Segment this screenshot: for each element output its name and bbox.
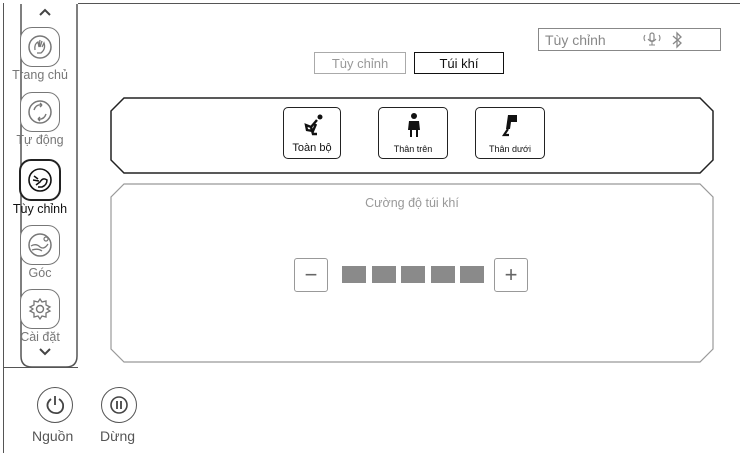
intensity-level-segment [430,266,455,283]
home-hand-icon [20,27,60,67]
frame-top-line [78,3,740,4]
sidebar-item-home[interactable]: Trang chủ [4,27,76,82]
sidebar-item-auto[interactable]: Tự động [4,92,76,147]
recline-angle-icon [20,225,60,265]
intensity-level-segment [342,266,366,283]
sidebar-item-custom[interactable]: Tùy chỉnh [4,159,76,216]
pause-button[interactable] [101,387,137,423]
chevron-down-icon[interactable] [38,347,52,357]
status-bar: Tùy chỉnh [538,28,721,51]
power-icon [46,396,65,415]
sidebar-item-settings[interactable]: Cài đặt [4,289,76,344]
sidebar-item-label: Tùy chỉnh [12,202,68,216]
auto-cycle-icon [20,92,60,132]
mode-lower-body-button[interactable]: Thân dưới [475,107,545,159]
mode-lower-body-label: Thân dưới [489,144,531,154]
intensity-title: Cường độ túi khí [365,196,459,210]
mode-upper-body-button[interactable]: Thân trên [378,107,448,159]
sidebar: Trang chủ Tự động Tùy chỉnh Góc Cài đặt [4,4,76,368]
power-label: Nguồn [32,428,74,444]
sidebar-item-label: Tự động [16,133,64,147]
sidebar-item-label: Góc [28,266,52,280]
power-button[interactable] [37,387,73,423]
mode-full-body-button[interactable]: Toàn bộ [283,107,341,159]
pause-label: Dừng [100,428,136,444]
decrease-button[interactable]: − [294,258,328,292]
intensity-level-segment [371,266,396,283]
microphone-icon [643,32,661,46]
settings-gear-icon [20,289,60,329]
chevron-up-icon[interactable] [38,7,52,17]
intensity-level-segment [401,266,425,283]
bluetooth-icon [672,31,682,49]
sidebar-item-label: Cài đặt [20,330,60,344]
upper-body-icon [408,113,420,137]
tab-airbag[interactable]: Túi khí [414,52,504,74]
custom-hand-icon [19,159,61,201]
mode-upper-body-label: Thân trên [393,144,433,154]
sidebar-item-angle[interactable]: Góc [4,225,76,280]
sidebar-item-label: Trang chủ [12,68,68,82]
pause-icon [110,396,128,414]
intensity-level-segment [460,266,484,283]
increase-button[interactable]: + [494,258,528,292]
status-mode-text: Tùy chỉnh [545,32,606,48]
tab-custom[interactable]: Tùy chỉnh [314,52,406,74]
lower-body-icon [501,115,517,137]
mode-full-body-label: Toàn bộ [292,142,332,154]
full-body-icon [304,114,323,136]
